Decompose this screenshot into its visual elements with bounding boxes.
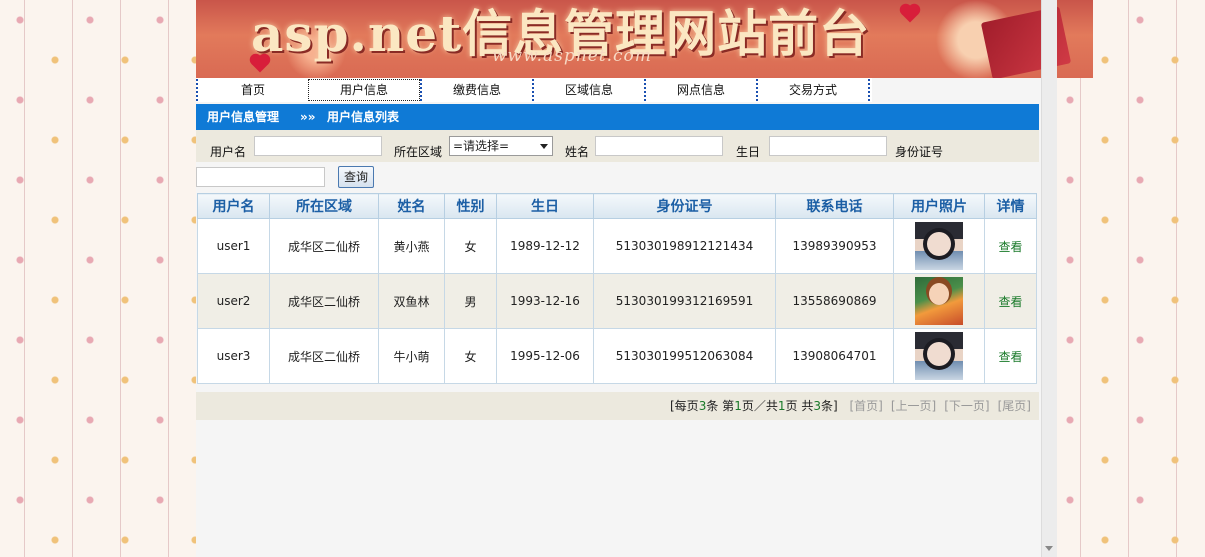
- username-label: 用户名: [210, 145, 247, 159]
- section-header: 用户信息管理 »» 用户信息列表: [196, 104, 1039, 130]
- scroll-down-arrow-icon[interactable]: [1045, 546, 1053, 551]
- cell-detail: 查看: [984, 273, 1037, 329]
- col-photo: 用户照片: [893, 193, 985, 219]
- col-region: 所在区域: [269, 193, 379, 219]
- region-select-value: =请选择=: [453, 139, 510, 153]
- cell-photo: [893, 328, 985, 384]
- name-input[interactable]: [595, 136, 723, 156]
- user-photo: [915, 222, 963, 270]
- cell-name: 黄小燕: [378, 218, 445, 274]
- query-button[interactable]: 查询: [338, 166, 374, 188]
- cell-birthday: 1993-12-16: [496, 273, 594, 329]
- section-separator: »»: [300, 110, 316, 124]
- chevron-down-icon: [540, 144, 548, 149]
- vertical-scrollbar[interactable]: [1041, 0, 1057, 557]
- cell-gender: 女: [444, 328, 497, 384]
- next-page-link[interactable]: [下一页]: [944, 399, 989, 413]
- birthday-input[interactable]: [769, 136, 887, 156]
- idcard-input[interactable]: [196, 167, 325, 187]
- cell-username: user1: [197, 218, 270, 274]
- banner-url: www.aspnet.com: [492, 46, 652, 66]
- cell-photo: [893, 218, 985, 274]
- user-photo: [915, 277, 963, 325]
- view-detail-link[interactable]: 查看: [998, 240, 1022, 254]
- cell-region: 成华区二仙桥: [269, 273, 379, 329]
- cell-username: user2: [197, 273, 270, 329]
- pager-page-suffix: 页: [785, 399, 798, 413]
- cell-phone: 13908064701: [775, 328, 894, 384]
- first-page-link[interactable]: [首页]: [850, 399, 883, 413]
- nav-payment-info[interactable]: 缴费信息: [420, 79, 532, 101]
- view-detail-link[interactable]: 查看: [998, 295, 1022, 309]
- cell-idcard: 513030198912121434: [593, 218, 776, 274]
- table-row: user2 成华区二仙桥 双鱼林 男 1993-12-16 5130301993…: [197, 273, 1037, 329]
- cell-username: user3: [197, 328, 270, 384]
- pager-total-prefix: 共: [801, 399, 814, 413]
- nav-home[interactable]: 首页: [196, 79, 308, 101]
- idcard-label: 身份证号: [895, 145, 944, 159]
- pager-page-mid: 页／共: [741, 399, 778, 413]
- table-row: user3 成华区二仙桥 牛小萌 女 1995-12-06 5130301995…: [197, 328, 1037, 384]
- cell-detail: 查看: [984, 218, 1037, 274]
- username-input[interactable]: [254, 136, 382, 156]
- pager-per-page-suffix: 条: [706, 399, 719, 413]
- cell-name: 双鱼林: [378, 273, 445, 329]
- cell-birthday: 1995-12-06: [496, 328, 594, 384]
- col-gender: 性别: [444, 193, 497, 219]
- col-phone: 联系电话: [775, 193, 894, 219]
- col-idcard: 身份证号: [593, 193, 776, 219]
- nav-region-info[interactable]: 区域信息: [532, 79, 644, 101]
- pager-current-page: 1: [734, 399, 742, 413]
- heart-icon: [251, 55, 269, 73]
- cell-region: 成华区二仙桥: [269, 218, 379, 274]
- user-table: 用户名 所在区域 姓名 性别 生日 身份证号 联系电话 用户照片 详情 user…: [197, 193, 1037, 384]
- birthday-label: 生日: [736, 145, 761, 159]
- page-container: asp.net信息管理网站前台 www.aspnet.com 首页 用户信息 缴…: [196, 0, 1093, 557]
- col-name: 姓名: [378, 193, 445, 219]
- cell-gender: 男: [444, 273, 497, 329]
- prev-page-link[interactable]: [上一页]: [891, 399, 936, 413]
- cell-region: 成华区二仙桥: [269, 328, 379, 384]
- heart-icon: [901, 5, 919, 23]
- search-form: 用户名 所在区域 =请选择= 姓名 生日 身份证号 查询: [196, 130, 1039, 190]
- nav-transaction-method[interactable]: 交易方式: [756, 79, 870, 101]
- pager-page-prefix: 第: [722, 399, 735, 413]
- cell-photo: [893, 273, 985, 329]
- pagination: [每页3条 第1页／共1页 共3条] [首页] [上一页] [下一页] [尾页]: [196, 392, 1039, 420]
- main-nav: 首页 用户信息 缴费信息 区域信息 网点信息 交易方式: [196, 78, 872, 102]
- last-page-link[interactable]: [尾页]: [998, 399, 1031, 413]
- cell-idcard: 513030199512063084: [593, 328, 776, 384]
- section-parent: 用户信息管理: [207, 110, 280, 124]
- cell-gender: 女: [444, 218, 497, 274]
- view-detail-link[interactable]: 查看: [998, 350, 1022, 364]
- cell-phone: 13558690869: [775, 273, 894, 329]
- pager-total-records: 3: [813, 399, 821, 413]
- nav-user-info[interactable]: 用户信息: [308, 79, 420, 101]
- col-detail: 详情: [984, 193, 1037, 219]
- user-photo: [915, 332, 963, 380]
- cell-name: 牛小萌: [378, 328, 445, 384]
- section-current: 用户信息列表: [327, 110, 400, 124]
- nav-outlet-info[interactable]: 网点信息: [644, 79, 756, 101]
- cell-detail: 查看: [984, 328, 1037, 384]
- pager-per-page-prefix: [每页: [670, 399, 699, 413]
- name-label: 姓名: [565, 145, 590, 159]
- col-birthday: 生日: [496, 193, 594, 219]
- cell-idcard: 513030199312169591: [593, 273, 776, 329]
- region-label: 所在区域: [394, 145, 443, 159]
- table-row: user1 成华区二仙桥 黄小燕 女 1989-12-12 5130301989…: [197, 218, 1037, 274]
- region-select[interactable]: =请选择=: [449, 136, 553, 156]
- site-banner: asp.net信息管理网站前台 www.aspnet.com: [196, 0, 1093, 78]
- col-username: 用户名: [197, 193, 270, 219]
- gift-box-icon: [980, 6, 1072, 78]
- cell-birthday: 1989-12-12: [496, 218, 594, 274]
- table-header-row: 用户名 所在区域 姓名 性别 生日 身份证号 联系电话 用户照片 详情: [197, 193, 1037, 219]
- pager-total-suffix: 条]: [820, 399, 838, 413]
- cell-phone: 13989390953: [775, 218, 894, 274]
- pagination-info: [每页3条 第1页／共1页 共3条] [首页] [上一页] [下一页] [尾页]: [670, 392, 1031, 420]
